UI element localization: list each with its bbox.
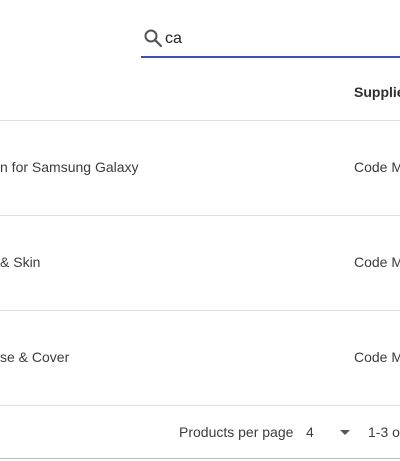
product-name: & Skin [0,254,41,270]
per-page-select[interactable]: 4 [300,418,358,446]
products-table-page: Supplie n for Samsung Galaxy Code M & Sk… [0,0,400,461]
table-row[interactable]: n for Samsung Galaxy Code M [0,121,400,216]
per-page-value: 4 [306,424,314,440]
table-row[interactable]: & Skin Code M [0,216,400,311]
search-field[interactable] [141,24,400,58]
supplier-cell: Code M [354,159,400,175]
search-input[interactable] [165,28,395,50]
search-icon [143,28,163,48]
supplier-cell: Code M [354,349,400,365]
per-page-label: Products per page [179,424,294,440]
column-header-supplier[interactable]: Supplie [354,84,400,100]
table-header: Supplie [0,60,400,121]
product-name: n for Samsung Galaxy [0,159,139,175]
chevron-down-icon [340,430,350,435]
pagination-range: 1-3 o [368,424,400,440]
table-row[interactable]: se & Cover Code M [0,311,400,406]
product-name: se & Cover [0,349,70,365]
pagination-bar: Products per page 4 1-3 o [0,406,400,459]
supplier-cell: Code M [354,254,400,270]
